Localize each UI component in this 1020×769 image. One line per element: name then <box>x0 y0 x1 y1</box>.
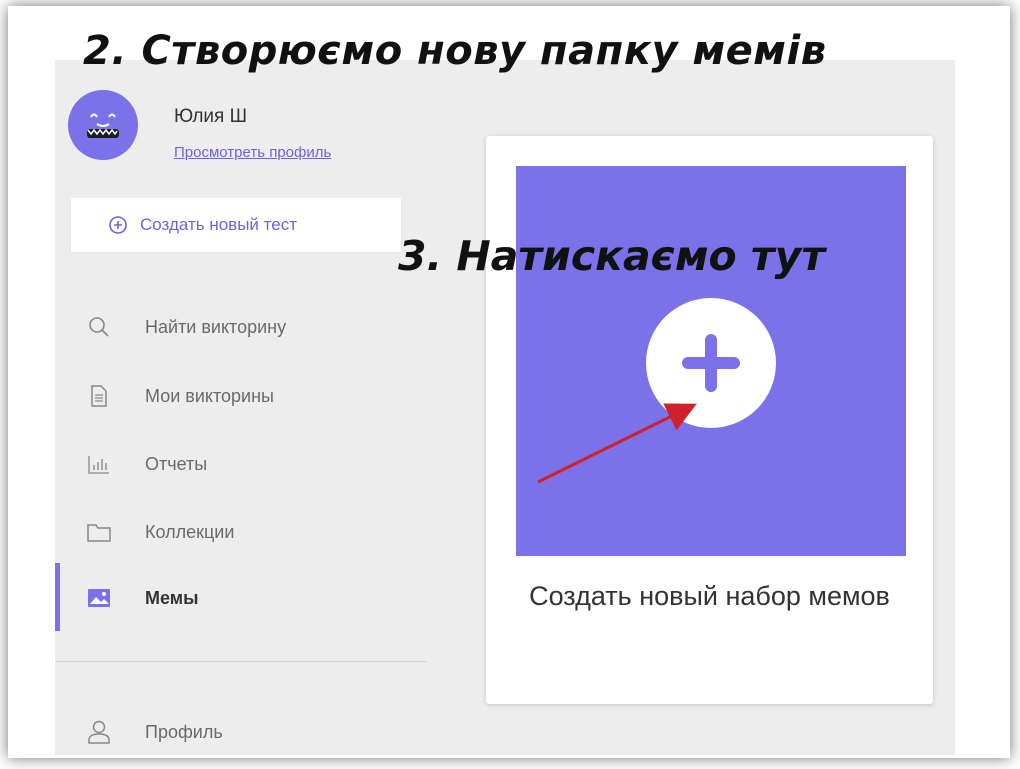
nav-item-my-quizzes[interactable]: Мои викторины <box>55 374 415 418</box>
annotation-step-3: 3. Натискаємо тут <box>398 232 826 280</box>
image-icon <box>87 586 111 610</box>
plus-icon <box>682 334 740 392</box>
sidebar-divider <box>55 661 427 662</box>
annotation-step-2: 2. Створюємо нову папку мемів <box>83 28 827 74</box>
nav-item-label: Мои викторины <box>145 385 274 406</box>
bar-chart-icon <box>87 452 111 476</box>
quizizz-screen: Юлия Ш Просмотреть профиль Создать новый… <box>55 60 955 755</box>
sidebar: Юлия Ш Просмотреть профиль Создать новый… <box>55 60 430 755</box>
card-media <box>516 166 906 556</box>
add-meme-set-button[interactable] <box>646 298 776 428</box>
nav-item-label: Мемы <box>145 587 199 608</box>
user-name: Юлия Ш <box>174 106 248 127</box>
card-title: Создать новый набор мемов <box>529 581 890 611</box>
nav-item-find-quiz[interactable]: Найти викторину <box>55 305 415 349</box>
nav-item-profile[interactable]: Профиль <box>55 710 415 754</box>
create-test-button[interactable]: Создать новый тест <box>71 198 401 252</box>
create-test-label: Создать новый тест <box>140 215 297 234</box>
create-meme-set-card[interactable]: Создать новый набор мемов <box>486 136 933 704</box>
plus-circle-icon <box>109 216 127 234</box>
folder-icon <box>87 520 111 544</box>
view-profile-link[interactable]: Просмотреть профиль <box>174 144 331 161</box>
nav-item-label: Профиль <box>145 721 223 742</box>
nav-item-collections[interactable]: Коллекции <box>55 510 415 554</box>
search-icon <box>87 315 111 339</box>
monster-face-icon <box>87 113 119 138</box>
user-icon <box>87 720 111 744</box>
nav-item-reports[interactable]: Отчеты <box>55 442 415 486</box>
nav-item-label: Отчеты <box>145 453 208 474</box>
nav-item-label: Коллекции <box>145 521 235 542</box>
document-icon <box>87 384 111 408</box>
nav-item-memes[interactable]: Мемы <box>55 576 415 620</box>
nav-item-label: Найти викторину <box>145 316 287 337</box>
avatar[interactable] <box>68 90 138 160</box>
